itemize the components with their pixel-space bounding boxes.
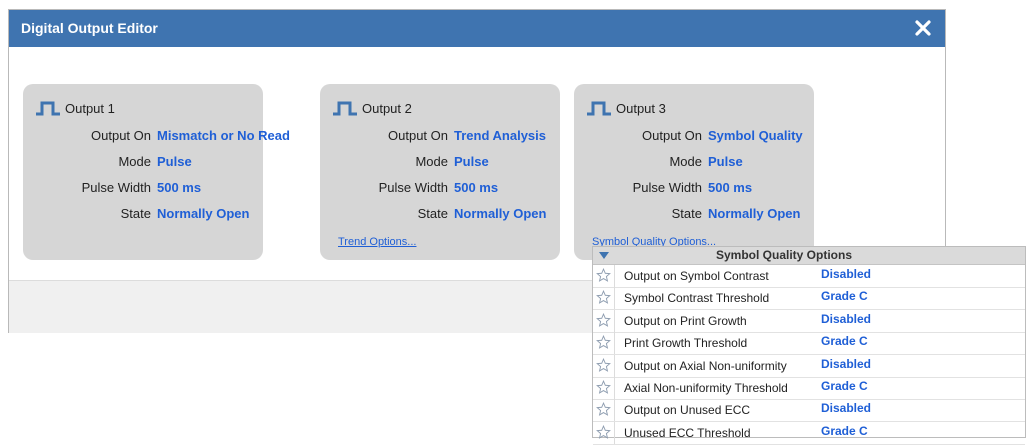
option-label: Print Growth Threshold bbox=[624, 336, 748, 351]
pulse-icon bbox=[587, 101, 611, 116]
trend-options-link[interactable]: Trend Options... bbox=[338, 236, 416, 248]
output-on-label: Output On bbox=[91, 128, 151, 143]
star-icon[interactable] bbox=[593, 377, 615, 399]
option-value[interactable]: Grade C bbox=[821, 424, 868, 438]
symbol-quality-panel-header: Symbol Quality Options bbox=[593, 247, 1025, 265]
star-icon[interactable] bbox=[593, 399, 615, 422]
option-label: Output on Symbol Contrast bbox=[624, 269, 769, 283]
pulse-width-label: Pulse Width bbox=[81, 180, 151, 195]
output-2-pulse-width-value[interactable]: 500 ms bbox=[454, 180, 498, 195]
pulse-width-label: Pulse Width bbox=[378, 180, 448, 195]
option-value[interactable]: Disabled bbox=[821, 312, 871, 326]
output-1-mode-value[interactable]: Pulse bbox=[157, 154, 192, 169]
option-value[interactable]: Disabled bbox=[821, 357, 871, 371]
option-value[interactable]: Grade C bbox=[821, 379, 868, 393]
star-icon[interactable] bbox=[593, 354, 615, 377]
option-label: Axial Non-uniformity Threshold bbox=[624, 381, 788, 395]
output-on-label: Output On bbox=[642, 128, 702, 143]
pulse-width-label: Pulse Width bbox=[632, 180, 702, 195]
option-row: Output on Unused ECC Disabled bbox=[593, 399, 1025, 423]
option-value[interactable]: Disabled bbox=[821, 401, 871, 415]
output-2-mode-value[interactable]: Pulse bbox=[454, 154, 489, 169]
star-icon[interactable] bbox=[593, 287, 615, 310]
output-1-header: Output 1 bbox=[35, 100, 115, 116]
close-icon[interactable] bbox=[913, 18, 933, 38]
output-3-pulse-width-value[interactable]: 500 ms bbox=[708, 180, 752, 195]
output-1-state-value[interactable]: Normally Open bbox=[157, 206, 249, 221]
symbol-quality-options-panel: Symbol Quality Options Output on Symbol … bbox=[592, 246, 1026, 445]
option-label: Symbol Contrast Threshold bbox=[624, 291, 770, 306]
option-row: Output on Symbol Contrast Disabled bbox=[593, 265, 1025, 288]
symbol-quality-panel-title: Symbol Quality Options bbox=[716, 248, 853, 262]
option-row: Output on Print Growth Disabled bbox=[593, 309, 1025, 333]
option-row: Output on Axial Non-uniformity Disabled bbox=[593, 354, 1025, 378]
output-on-label: Output On bbox=[388, 128, 448, 143]
star-icon[interactable] bbox=[593, 309, 615, 332]
output-3-card: Output 3 Output On Symbol Quality Mode P… bbox=[574, 84, 814, 260]
star-icon[interactable] bbox=[593, 421, 615, 444]
option-label: Output on Print Growth bbox=[624, 313, 747, 328]
output-2-output-on-value[interactable]: Trend Analysis bbox=[454, 128, 546, 143]
state-label: State bbox=[417, 206, 448, 221]
mode-label: Mode bbox=[669, 154, 702, 169]
output-3-state-value[interactable]: Normally Open bbox=[708, 206, 800, 221]
mode-label: Mode bbox=[415, 154, 448, 169]
option-value[interactable]: Grade C bbox=[821, 334, 868, 348]
option-value[interactable]: Grade C bbox=[821, 289, 868, 303]
dialog-title: Digital Output Editor bbox=[21, 20, 158, 36]
star-icon[interactable] bbox=[593, 332, 615, 355]
output-1-pulse-width-value[interactable]: 500 ms bbox=[157, 180, 201, 195]
output-3-title: Output 3 bbox=[616, 100, 666, 116]
output-3-mode-value[interactable]: Pulse bbox=[708, 154, 743, 169]
dialog-titlebar: Digital Output Editor bbox=[9, 10, 945, 47]
pulse-icon bbox=[36, 101, 60, 116]
option-label: Output on Axial Non-uniformity bbox=[624, 358, 787, 373]
output-3-header: Output 3 bbox=[586, 100, 666, 116]
output-2-header: Output 2 bbox=[332, 100, 412, 116]
mode-label: Mode bbox=[118, 154, 151, 169]
output-1-output-on-value[interactable]: Mismatch or No Read bbox=[157, 128, 290, 143]
option-row: Unused ECC Threshold Grade C bbox=[593, 421, 1025, 445]
state-label: State bbox=[671, 206, 702, 221]
output-1-title: Output 1 bbox=[65, 100, 115, 116]
output-2-title: Output 2 bbox=[362, 100, 412, 116]
option-label: Output on Unused ECC bbox=[624, 403, 751, 418]
output-2-state-value[interactable]: Normally Open bbox=[454, 206, 546, 221]
output-3-output-on-value[interactable]: Symbol Quality bbox=[708, 128, 803, 143]
option-row: Symbol Contrast Threshold Grade C bbox=[593, 287, 1025, 311]
star-icon[interactable] bbox=[593, 265, 615, 287]
option-row: Axial Non-uniformity Threshold Grade C bbox=[593, 377, 1025, 400]
option-row: Print Growth Threshold Grade C bbox=[593, 332, 1025, 356]
output-1-card: Output 1 Output On Mismatch or No Read M… bbox=[23, 84, 290, 260]
state-label: State bbox=[120, 206, 151, 221]
option-value[interactable]: Disabled bbox=[821, 267, 871, 281]
pulse-icon bbox=[333, 101, 357, 116]
output-2-card: Output 2 Output On Trend Analysis Mode P… bbox=[320, 84, 560, 260]
triangle-down-icon[interactable] bbox=[599, 252, 609, 259]
